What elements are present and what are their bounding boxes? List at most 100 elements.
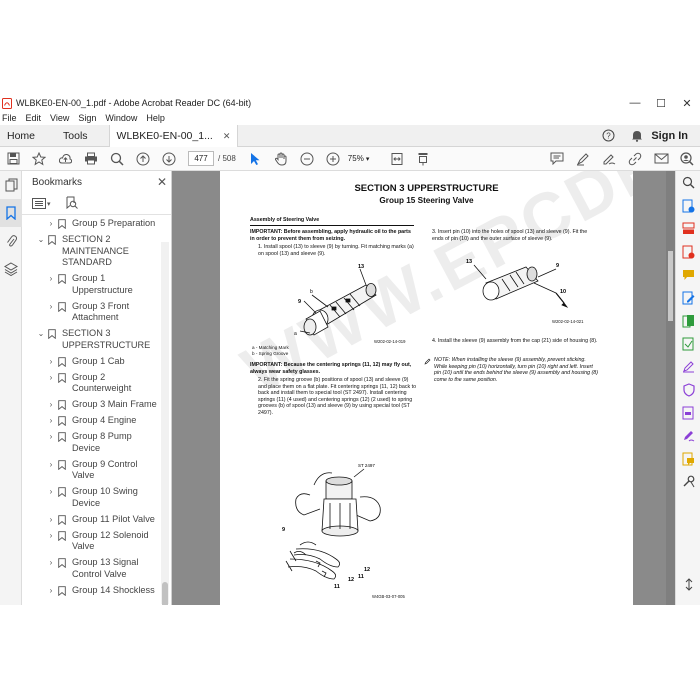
bell-icon[interactable]: [631, 129, 643, 142]
close-window-button[interactable]: ✕: [674, 97, 700, 110]
print-icon[interactable]: [81, 149, 101, 169]
bookmark-item[interactable]: › Group 10 Swing Device: [22, 486, 162, 509]
document-scroll-thumb[interactable]: [668, 251, 673, 321]
fill-sign-icon[interactable]: [676, 355, 700, 378]
highlight-pen-icon[interactable]: [573, 149, 593, 169]
bookmark-label: Group 9 Control Valve: [72, 458, 138, 481]
chevron-right-icon[interactable]: ›: [46, 514, 56, 526]
more-tools-icon[interactable]: [676, 470, 700, 493]
bookmark-item[interactable]: ⌄ SECTION 2 MAINTENANCE STANDARD: [22, 234, 162, 269]
bookmarks-scroll-thumb[interactable]: [162, 582, 168, 605]
chevron-right-icon[interactable]: ›: [46, 372, 56, 384]
close-panel-button[interactable]: ✕: [153, 175, 171, 189]
chevron-right-icon[interactable]: ›: [46, 431, 56, 443]
send-for-comments-icon[interactable]: [676, 447, 700, 470]
bookmark-item[interactable]: › Group 4 Engine: [22, 415, 162, 427]
chevron-right-icon[interactable]: ›: [46, 415, 56, 427]
chevron-right-icon[interactable]: ›: [46, 356, 56, 368]
bookmark-item[interactable]: › Group 14 Shockless: [22, 585, 162, 597]
options-menu-icon[interactable]: ▾: [32, 198, 51, 209]
bookmark-item[interactable]: › Group 8 Pump Device: [22, 431, 162, 454]
zoom-dropdown[interactable]: 75% ▾: [348, 154, 382, 163]
star-icon[interactable]: [29, 149, 49, 169]
tab-home[interactable]: Home: [0, 125, 42, 147]
tab-tools[interactable]: Tools: [56, 125, 95, 147]
document-viewport[interactable]: WWW.EPCDEPOT.COM SECTION 3 UPPERSTRUCTUR…: [172, 171, 675, 605]
menu-edit[interactable]: Edit: [26, 111, 42, 125]
bookmark-label: Group 3 Front Attachment: [72, 300, 130, 323]
bookmark-item[interactable]: › Group 9 Control Valve: [22, 459, 162, 482]
bookmark-item[interactable]: › Group 11 Pilot Valve: [22, 514, 162, 526]
comment-icon[interactable]: [547, 149, 567, 169]
tab-document[interactable]: WLBKE0-EN-00_1... ✕: [108, 124, 239, 147]
next-page-icon[interactable]: [159, 149, 179, 169]
find-text-icon[interactable]: [107, 149, 127, 169]
chevron-right-icon[interactable]: ›: [46, 301, 56, 313]
bookmarks-scrollbar[interactable]: [161, 242, 169, 605]
zoom-out-icon[interactable]: [297, 149, 317, 169]
menu-view[interactable]: View: [50, 111, 69, 125]
help-icon[interactable]: ?: [602, 129, 615, 142]
zoom-in-icon[interactable]: [323, 149, 343, 169]
request-signature-icon[interactable]: [676, 424, 700, 447]
chevron-right-icon[interactable]: ›: [46, 585, 56, 597]
menu-file[interactable]: File: [2, 111, 17, 125]
save-icon[interactable]: [3, 149, 23, 169]
prepare-form-icon[interactable]: [676, 401, 700, 424]
chevron-right-icon[interactable]: ›: [46, 399, 56, 411]
chevron-right-icon[interactable]: ›: [46, 459, 56, 471]
hand-tool-icon[interactable]: [271, 149, 291, 169]
search-tool-icon[interactable]: [676, 171, 700, 194]
comment-tool-icon[interactable]: [676, 263, 700, 286]
previous-page-icon[interactable]: [133, 149, 153, 169]
bookmark-item[interactable]: › Group 3 Main Frame: [22, 399, 162, 411]
bookmark-item[interactable]: › Group 1 Cab: [22, 356, 162, 368]
bookmark-icon[interactable]: [0, 199, 22, 227]
account-search-icon[interactable]: [677, 149, 697, 169]
attachment-icon[interactable]: [0, 227, 22, 255]
edit-pdf-icon[interactable]: [676, 286, 700, 309]
create-pdf-icon[interactable]: [676, 194, 700, 217]
menu-window[interactable]: Window: [105, 111, 137, 125]
sign-pen-icon[interactable]: [599, 149, 619, 169]
document-scrollbar[interactable]: [666, 171, 675, 605]
maximize-button[interactable]: ☐: [648, 97, 674, 110]
bookmark-icon: [46, 328, 58, 339]
chevron-right-icon[interactable]: ›: [46, 557, 56, 569]
sign-in-button[interactable]: Sign In: [651, 130, 688, 142]
page-number-input[interactable]: 477: [188, 151, 214, 166]
select-cursor-icon[interactable]: [245, 149, 265, 169]
chevron-down-icon[interactable]: ⌄: [36, 234, 46, 246]
page-thumbnails-icon[interactable]: [0, 171, 22, 199]
bookmark-search-icon[interactable]: [65, 196, 78, 212]
bookmark-item[interactable]: › Group 5 Preparation: [22, 218, 162, 230]
bookmark-item[interactable]: › Group 1 Upperstructure: [22, 273, 162, 296]
scroll-mode-icon[interactable]: [413, 149, 433, 169]
bookmark-item[interactable]: › Group 3 Front Attachment: [22, 301, 162, 324]
fit-page-icon[interactable]: [387, 149, 407, 169]
chevron-right-icon[interactable]: ›: [46, 273, 56, 285]
tools-pane-expand-icon[interactable]: [676, 573, 700, 596]
chevron-right-icon[interactable]: ›: [46, 218, 56, 230]
chevron-right-icon[interactable]: ›: [46, 530, 56, 542]
cloud-upload-icon[interactable]: [55, 149, 75, 169]
minimize-button[interactable]: —: [622, 97, 648, 109]
bookmark-item[interactable]: ⌄ SECTION 3 UPPERSTRUCTURE: [22, 328, 162, 351]
fig3-label-9: 9: [556, 263, 559, 269]
share-link-icon[interactable]: [625, 149, 645, 169]
bookmark-item[interactable]: › Group 2 Counterweight: [22, 372, 162, 395]
protect-icon[interactable]: [676, 378, 700, 401]
enhance-scans-icon[interactable]: [676, 332, 700, 355]
organize-pages-icon[interactable]: [676, 217, 700, 240]
email-icon[interactable]: [651, 149, 671, 169]
layers-icon[interactable]: [0, 255, 22, 283]
bookmark-item[interactable]: › Group 13 Signal Control Valve: [22, 557, 162, 580]
menu-sign[interactable]: Sign: [78, 111, 96, 125]
chevron-right-icon[interactable]: ›: [46, 486, 56, 498]
tab-document-close-button[interactable]: ✕: [223, 125, 231, 147]
menu-help[interactable]: Help: [146, 111, 165, 125]
export-pdf-icon[interactable]: [676, 240, 700, 263]
combine-files-icon[interactable]: [676, 309, 700, 332]
chevron-down-icon[interactable]: ⌄: [36, 328, 46, 340]
bookmark-item[interactable]: › Group 12 Solenoid Valve: [22, 530, 162, 553]
